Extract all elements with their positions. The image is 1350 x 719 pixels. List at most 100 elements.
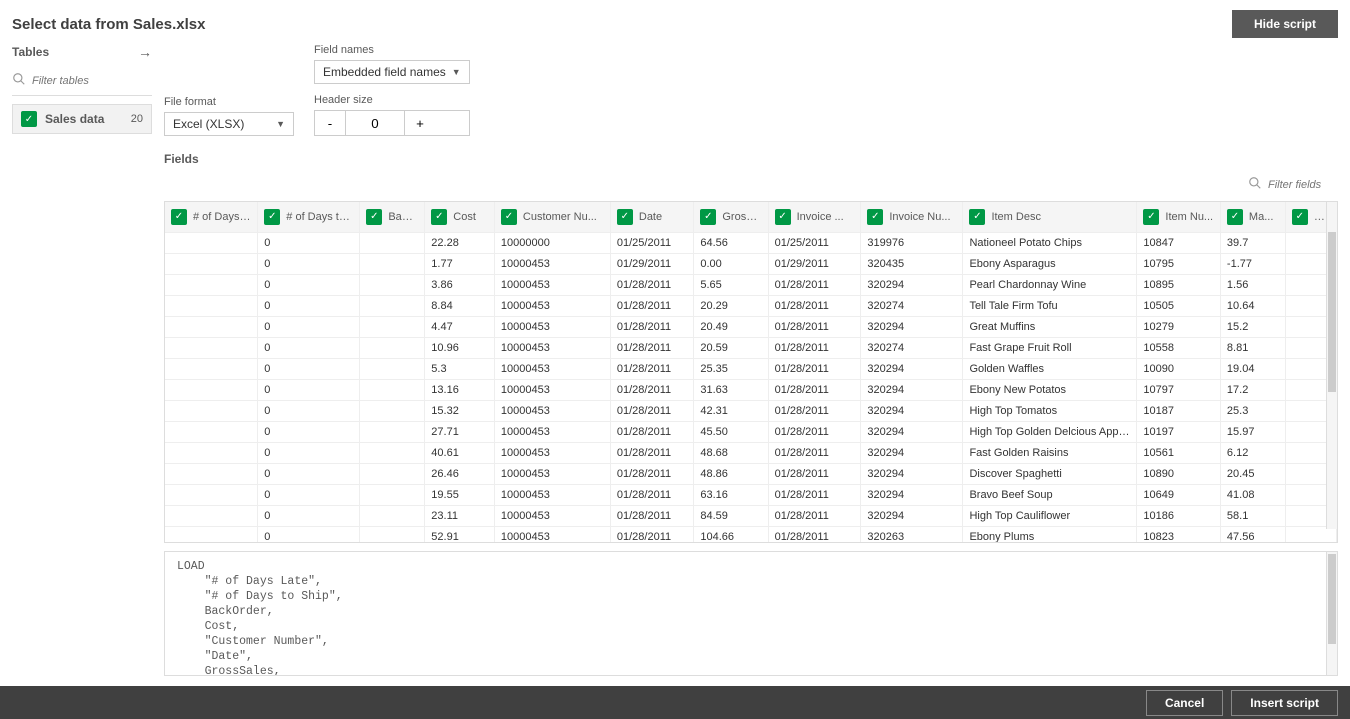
column-header[interactable]: ✓ Item Desc	[963, 202, 1137, 232]
column-header[interactable]: ✓GrossS...	[694, 202, 768, 232]
table-cell: 01/28/2011	[768, 526, 861, 543]
table-row[interactable]: 013.161000045301/28/201131.6301/28/20113…	[165, 379, 1337, 400]
table-cell: 41.08	[1220, 484, 1285, 505]
table-cell: 01/28/2011	[610, 505, 694, 526]
table-cell: 320274	[861, 295, 963, 316]
table-row[interactable]: 022.281000000001/25/201164.5601/25/20113…	[165, 232, 1337, 253]
table-row[interactable]: 027.711000045301/28/201145.5001/28/20113…	[165, 421, 1337, 442]
script-scrollbar[interactable]	[1326, 552, 1337, 675]
search-icon	[1248, 176, 1262, 193]
table-cell: 320294	[861, 505, 963, 526]
check-icon[interactable]: ✓	[1143, 209, 1159, 225]
check-icon[interactable]: ✓	[775, 209, 791, 225]
column-header[interactable]: ✓Invoice ...	[768, 202, 861, 232]
insert-script-button[interactable]: Insert script	[1231, 690, 1338, 716]
table-cell	[360, 463, 425, 484]
table-cell	[165, 274, 258, 295]
table-row[interactable]: 052.911000045301/28/2011104.6601/28/2011…	[165, 526, 1337, 543]
table-row[interactable]: 01.771000045301/29/20110.0001/29/2011320…	[165, 253, 1337, 274]
table-row[interactable]: 010.961000045301/28/201120.5901/28/20113…	[165, 337, 1337, 358]
column-header[interactable]: ✓# of Days to ...	[258, 202, 360, 232]
check-icon[interactable]: ✓	[969, 209, 985, 225]
table-cell: 01/28/2011	[768, 484, 861, 505]
stepper-plus-button[interactable]: +	[405, 111, 435, 135]
field-names-select[interactable]: Embedded field names ▼	[314, 60, 470, 84]
check-icon[interactable]: ✓	[366, 209, 382, 225]
column-header[interactable]: ✓Invoice Nu...	[861, 202, 963, 232]
table-row[interactable]: 019.551000045301/28/201163.1601/28/20113…	[165, 484, 1337, 505]
table-row[interactable]: 026.461000045301/28/201148.8601/28/20113…	[165, 463, 1337, 484]
check-icon[interactable]: ✓	[1292, 209, 1308, 225]
table-row[interactable]: 03.861000045301/28/20115.6501/28/2011320…	[165, 274, 1337, 295]
cancel-button[interactable]: Cancel	[1146, 690, 1223, 716]
column-header[interactable]: ✓Date	[610, 202, 694, 232]
column-header[interactable]: ✓Item Nu...	[1137, 202, 1221, 232]
script-preview[interactable]: LOAD "# of Days Late", "# of Days to Shi…	[164, 551, 1338, 676]
table-cell: 27.71	[425, 421, 495, 442]
filter-tables-input[interactable]	[32, 75, 152, 87]
table-cell: 10649	[1137, 484, 1221, 505]
file-format-select[interactable]: Excel (XLSX) ▼	[164, 112, 294, 136]
column-header-label: BackO...	[388, 211, 424, 223]
table-cell: 10000453	[494, 421, 610, 442]
table-cell: Nationeel Potato Chips	[963, 232, 1137, 253]
check-icon[interactable]: ✓	[501, 209, 517, 225]
table-cell: 22.28	[425, 232, 495, 253]
table-cell: 0	[258, 379, 360, 400]
table-row[interactable]: 023.111000045301/28/201184.5901/28/20113…	[165, 505, 1337, 526]
table-row[interactable]: 040.611000045301/28/201148.6801/28/20113…	[165, 442, 1337, 463]
filter-fields-input[interactable]	[1268, 179, 1338, 191]
vertical-scrollbar[interactable]	[1326, 202, 1337, 529]
table-cell: 01/28/2011	[768, 400, 861, 421]
table-cell: 01/28/2011	[610, 484, 694, 505]
table-cell: 320294	[861, 442, 963, 463]
column-header[interactable]: ✓Ma...	[1220, 202, 1285, 232]
check-icon[interactable]: ✓	[1227, 209, 1243, 225]
table-row[interactable]: 04.471000045301/28/201120.4901/28/201132…	[165, 316, 1337, 337]
check-icon[interactable]: ✓	[264, 209, 280, 225]
table-item-count: 20	[131, 113, 143, 125]
column-header-label: Item Desc	[991, 211, 1041, 223]
table-cell	[165, 442, 258, 463]
column-header[interactable]: ✓Cost	[425, 202, 495, 232]
check-icon[interactable]: ✓	[431, 209, 447, 225]
table-cell: 01/28/2011	[768, 358, 861, 379]
table-cell: 0	[258, 484, 360, 505]
stepper-minus-button[interactable]: -	[315, 111, 345, 135]
table-cell: 0	[258, 295, 360, 316]
table-cell	[360, 253, 425, 274]
table-row[interactable]: 08.841000045301/28/201120.2901/28/201132…	[165, 295, 1337, 316]
table-row[interactable]: 05.31000045301/28/201125.3501/28/2011320…	[165, 358, 1337, 379]
table-cell: 0	[258, 232, 360, 253]
table-cell: 10000453	[494, 400, 610, 421]
table-cell: 1.56	[1220, 274, 1285, 295]
table-cell: 10000453	[494, 316, 610, 337]
page-title: Select data from Sales.xlsx	[12, 16, 1232, 33]
check-icon[interactable]: ✓	[617, 209, 633, 225]
column-header[interactable]: ✓# of Days ...	[165, 202, 258, 232]
table-cell: 01/28/2011	[610, 526, 694, 543]
table-cell: 0.00	[694, 253, 768, 274]
table-cell: 10000453	[494, 358, 610, 379]
table-cell: 10558	[1137, 337, 1221, 358]
table-cell: 0	[258, 505, 360, 526]
column-header[interactable]: ✓Customer Nu...	[494, 202, 610, 232]
table-cell	[165, 379, 258, 400]
table-cell: 0	[258, 400, 360, 421]
check-icon[interactable]: ✓	[700, 209, 716, 225]
table-cell: 8.84	[425, 295, 495, 316]
table-cell: 01/25/2011	[610, 232, 694, 253]
table-row[interactable]: 015.321000045301/28/201142.3101/28/20113…	[165, 400, 1337, 421]
header-size-stepper[interactable]: - +	[314, 110, 470, 136]
table-cell: 01/28/2011	[610, 463, 694, 484]
table-cell: 10000453	[494, 505, 610, 526]
hide-script-button[interactable]: Hide script	[1232, 10, 1338, 38]
header-size-input[interactable]	[345, 111, 405, 135]
table-item-sales-data[interactable]: ✓ Sales data 20	[12, 104, 152, 134]
check-icon[interactable]: ✓	[867, 209, 883, 225]
table-cell: 4.47	[425, 316, 495, 337]
check-icon[interactable]: ✓	[171, 209, 187, 225]
column-header[interactable]: ✓ BackO...	[360, 202, 425, 232]
table-cell: 1.77	[425, 253, 495, 274]
expand-arrow-icon[interactable]: →	[138, 44, 152, 60]
